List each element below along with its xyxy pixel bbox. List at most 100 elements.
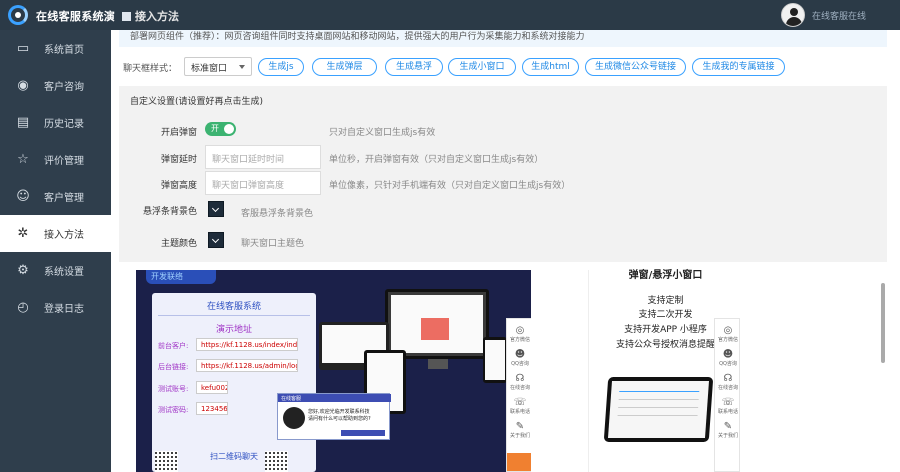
page-title-text: 接入方法 <box>135 10 179 23</box>
dock-item: ☊ 在线咨询 <box>507 373 531 391</box>
sidebar-item-consult[interactable]: ◉ 客户咨询 <box>0 67 111 104</box>
dock-item: ☻ QQ咨询 <box>507 349 531 367</box>
user-icon: ☺ <box>16 189 30 204</box>
row-value: 123456 <box>196 402 228 415</box>
dock-item: ☻ QQ咨询 <box>715 349 741 367</box>
preview-info-card: 在线客服系统 演示地址 前台客户: https://kf.1128.us/inde… <box>152 293 316 472</box>
popup-button <box>341 430 385 436</box>
popup-toggle[interactable]: 开 <box>205 122 236 136</box>
row-key: 后台链接: <box>158 363 189 371</box>
gear-icon: ⚙ <box>17 263 29 278</box>
settings-title: 自定义设置(请设置好再点击生成) <box>130 97 264 107</box>
sidebar-item-integration[interactable]: ✲ 接入方法 <box>0 215 111 252</box>
popup-line: 您好,欢迎光临开发联系科技 <box>308 409 370 415</box>
sidebar: ▭ 系统首页 ◉ 客户咨询 ▤ 历史记录 ☆ 评价管理 ☺ 客户管理 ✲ 接入方法 ⚙ 系统设… <box>0 30 111 472</box>
preview-card-title: 在线客服系统 <box>206 302 261 312</box>
generate-js-button[interactable]: 生成js <box>258 58 304 76</box>
dock-label: QQ咨询 <box>719 361 737 367</box>
bookmark-icon <box>122 12 131 21</box>
dock-label: 联系电话 <box>717 409 738 415</box>
dock-label: 在线咨询 <box>717 385 738 391</box>
preview-demo-banner: 开发联络 在线客服系统 演示地址 前台客户: https://kf.1128.us… <box>136 270 531 472</box>
monitor-illustration <box>385 289 489 359</box>
row-key: 前台客户: <box>158 342 189 350</box>
agent-avatar <box>283 407 305 429</box>
row-value: https://kf.1128.us/index/index <box>196 338 298 351</box>
wechat-icon: ◎ <box>515 325 525 336</box>
preview-chat-popup: 在线客服 您好,欢迎光临开发联系科技 请问有什么可以帮助到您的? <box>277 393 391 440</box>
generate-wechat-link-button[interactable]: 生成微信公众号链接 <box>585 58 686 76</box>
app-title: 在线客服系统演 <box>36 10 116 23</box>
qr-code-icon <box>265 451 288 472</box>
dock-label: 官方微信 <box>509 337 530 343</box>
feature-line: 支持定制 <box>647 296 684 306</box>
popup-delay-hint: 单位秒，开启弹窗有效（只对自定义窗口生成js有效） <box>329 155 544 165</box>
theme-color-label: 主题颜色 <box>160 239 197 249</box>
popup-height-label: 弹窗高度 <box>160 181 197 191</box>
dock-label: QQ咨询 <box>511 361 529 367</box>
dock-item: ◎ 官方微信 <box>507 325 531 343</box>
avatar[interactable] <box>781 3 805 27</box>
row-key: 测试密码: <box>158 406 189 414</box>
chat-style-select[interactable]: 标准窗口 <box>184 57 252 76</box>
sidebar-item-settings[interactable]: ⚙ 系统设置 <box>0 252 111 289</box>
phone-icon: ☏ <box>721 397 735 408</box>
qq-icon: ☻ <box>722 349 734 360</box>
popup-height-hint: 单位像素，只针对手机端有效（只对自定义窗口生成js有效） <box>329 181 571 191</box>
preview-demo-title: 演示地址 <box>215 325 252 335</box>
dock-label: 联系电话 <box>509 409 530 415</box>
float-bg-hint: 客服悬浮条背景色 <box>241 209 314 219</box>
float-bg-label: 悬浮条背景色 <box>142 207 197 217</box>
preview-row: 前台客户: https://kf.1128.us/index/index <box>158 338 310 352</box>
dock-item: ☏ 联系电话 <box>715 397 741 415</box>
generate-layer-button[interactable]: 生成弹层 <box>312 58 377 76</box>
dock-label: 关于我们 <box>717 433 738 439</box>
sidebar-item-label: 客户管理 <box>44 193 84 204</box>
sidebar-item-customers[interactable]: ☺ 客户管理 <box>0 178 111 215</box>
preview-row: 测试账号: kefu002 <box>158 381 258 395</box>
user-status: 在线客服在线 <box>812 12 867 22</box>
sidebar-item-login-log[interactable]: ◴ 登录日志 <box>0 289 111 326</box>
popup-delay-input[interactable]: 聊天窗口延时时间 <box>205 145 321 169</box>
preview-float-dock: ◎ 官方微信 ☻ QQ咨询 ☊ 在线咨询 ☏ 联系电话 ✎ 关于我们 <box>506 318 531 472</box>
document-icon: ▤ <box>16 115 30 130</box>
qq-icon: ☻ <box>514 349 526 360</box>
row-key: 测试账号: <box>158 385 189 393</box>
phone-icon: ☏ <box>513 397 527 408</box>
generate-html-button[interactable]: 生成html <box>522 58 579 76</box>
wechat-icon: ◎ <box>723 325 733 336</box>
generate-personal-link-button[interactable]: 生成我的专属链接 <box>692 58 785 76</box>
preview-float-dock: ◎ 官方微信 ☻ QQ咨询 ☊ 在线咨询 ☏ 联系电话 ✎ 关于我们 <box>714 318 740 472</box>
popup-message: 您好,欢迎光临开发联系科技 请问有什么可以帮助到您的? <box>308 409 371 423</box>
preview-row: 测试密码: 123456 <box>158 402 258 416</box>
page-title: 接入方法 <box>122 8 179 24</box>
generate-float-button[interactable]: 生成悬浮 <box>385 58 443 76</box>
chat-icon: ◉ <box>17 78 29 93</box>
toggle-state: 开 <box>211 124 219 133</box>
top-bar: 在线客服系统演 接入方法 在线客服在线 <box>0 0 900 30</box>
sidebar-item-label: 客户咨询 <box>44 82 84 93</box>
popup-line: 请问有什么可以帮助到您的? <box>308 416 371 422</box>
sidebar-item-history[interactable]: ▤ 历史记录 <box>0 104 111 141</box>
generate-small-window-button[interactable]: 生成小窗口 <box>448 58 516 76</box>
theme-color-picker[interactable] <box>208 232 224 248</box>
dock-label: 官方微信 <box>717 337 738 343</box>
row-value: kefu002 <box>196 381 228 394</box>
float-bg-color-picker[interactable] <box>208 201 224 217</box>
chat-style-label: 聊天框样式： <box>123 64 178 74</box>
dock-item: ✎ 关于我们 <box>507 421 531 439</box>
popup-delay-label: 弹窗延时 <box>160 155 197 165</box>
sidebar-item-home[interactable]: ▭ 系统首页 <box>0 30 111 67</box>
qr-code-icon <box>155 451 178 472</box>
scrollbar-thumb[interactable] <box>881 283 885 363</box>
preview-row: 后台链接: https://kf.1128.us/admin/login <box>158 359 310 373</box>
popup-height-input[interactable]: 聊天窗口弹窗高度 <box>205 171 321 195</box>
sidebar-item-reviews[interactable]: ☆ 评价管理 <box>0 141 111 178</box>
sidebar-item-label: 评价管理 <box>44 156 84 167</box>
dock-item: ◎ 官方微信 <box>715 325 741 343</box>
logo-icon <box>8 5 28 25</box>
feather-icon: ✎ <box>723 421 733 432</box>
popup-toggle-label: 开启弹窗 <box>160 128 197 138</box>
phone-illustration <box>483 337 507 383</box>
preview-brand: 开发联络 <box>146 270 216 284</box>
